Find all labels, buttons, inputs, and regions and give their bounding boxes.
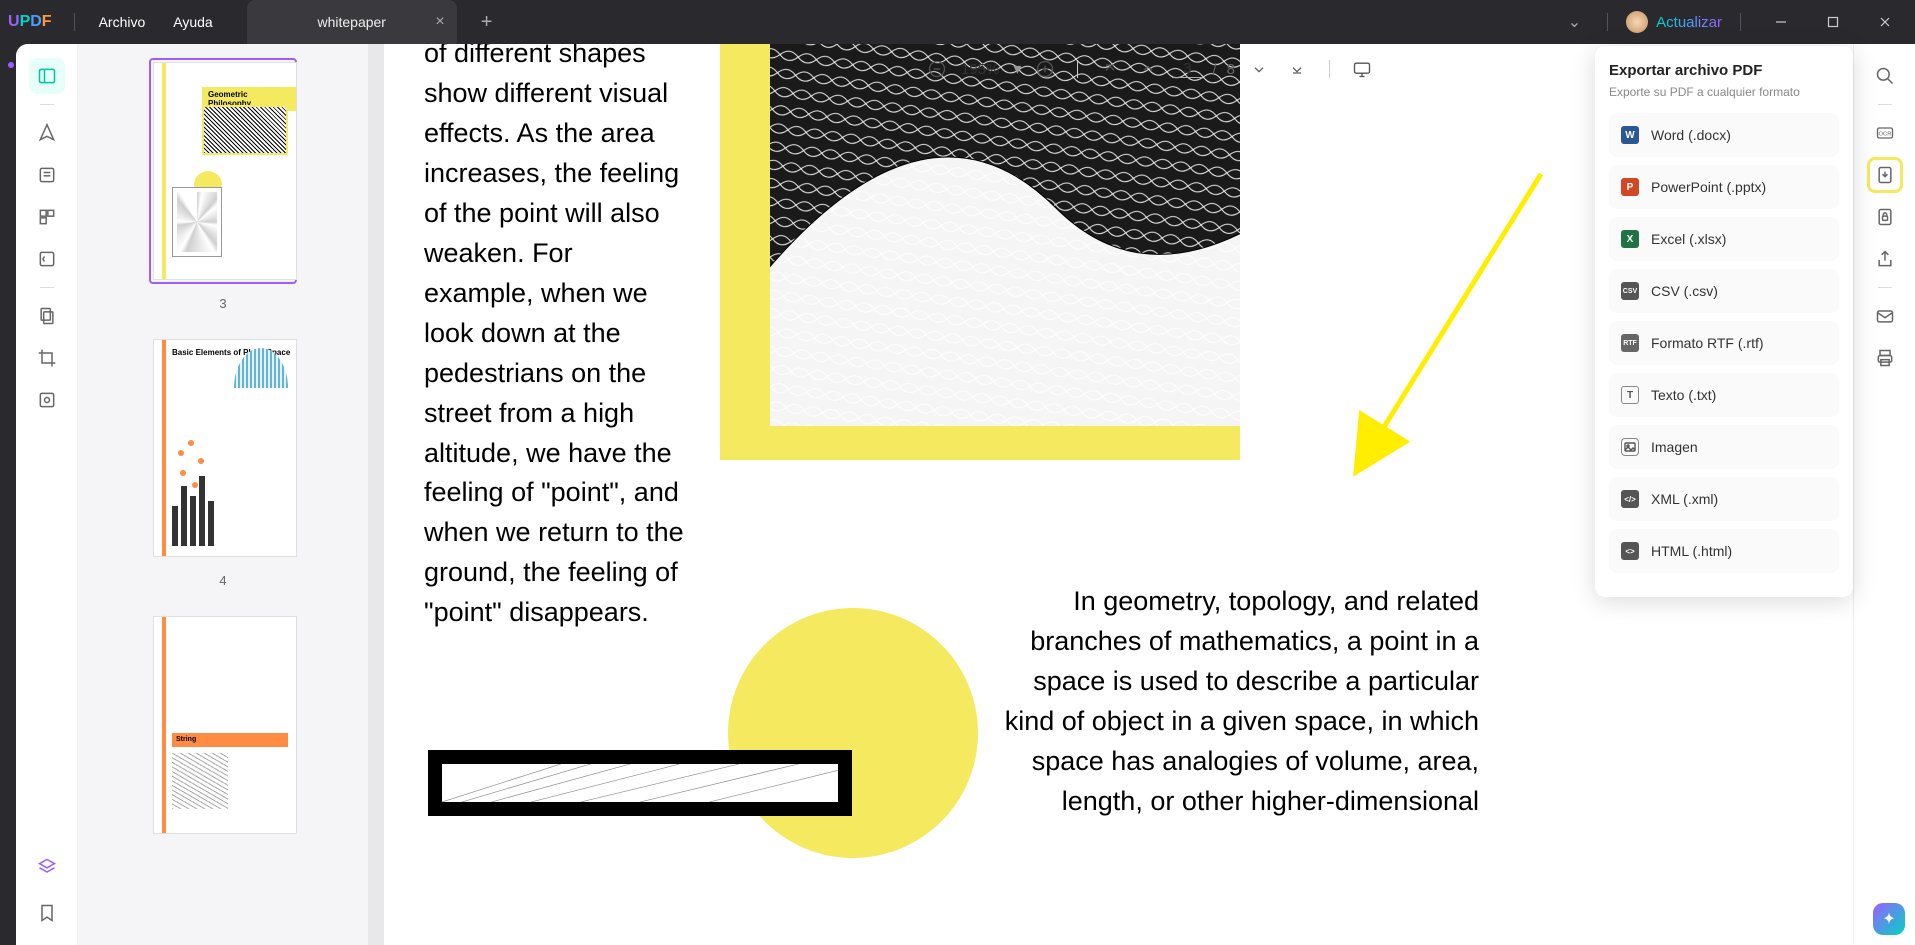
pages-tool[interactable] [29, 298, 65, 334]
right-toolbar: OCR [1853, 44, 1915, 945]
export-label: Texto (.txt) [1651, 387, 1716, 403]
ai-assistant-icon[interactable]: ✦ [1873, 903, 1905, 935]
crop-tool[interactable] [29, 340, 65, 376]
export-excel[interactable]: XExcel (.xlsx) [1609, 217, 1839, 261]
zoom-out-button[interactable] [923, 55, 951, 83]
layers-icon[interactable] [29, 849, 65, 885]
separator [1329, 60, 1330, 78]
document-tab[interactable]: whitepaper × [247, 0, 457, 44]
prev-page-button[interactable] [1134, 55, 1162, 83]
left-toolbar [16, 44, 78, 945]
thumbnail-label: 4 [219, 573, 226, 588]
divider [1607, 13, 1608, 31]
export-title: Exportar archivo PDF [1609, 62, 1839, 79]
close-tab-icon[interactable]: × [435, 13, 444, 31]
main-container: Geometric Philosophy 3 Basic Elements of… [16, 44, 1915, 945]
export-label: Excel (.xlsx) [1651, 231, 1726, 247]
export-label: Word (.docx) [1651, 127, 1731, 143]
app-logo: UPDF [8, 13, 52, 31]
first-page-button[interactable] [1096, 55, 1124, 83]
export-panel: Exportar archivo PDF Exporte su PDF a cu… [1595, 46, 1853, 597]
zoom-level: 195% [961, 61, 999, 78]
separator [1878, 104, 1892, 105]
close-button[interactable] [1863, 7, 1907, 37]
avatar[interactable] [1626, 11, 1648, 33]
separator [1077, 60, 1078, 78]
page-circle [728, 608, 978, 858]
export-csv[interactable]: CSVCSV (.csv) [1609, 269, 1839, 313]
export-label: PowerPoint (.pptx) [1651, 179, 1766, 195]
zoom-dropdown[interactable]: ▾ [1013, 59, 1021, 79]
export-xml[interactable]: </>XML (.xml) [1609, 477, 1839, 521]
annotate-tool[interactable] [29, 115, 65, 151]
page-total: 8 [1227, 61, 1235, 78]
chevron-down-icon[interactable]: ⌄ [1560, 12, 1589, 32]
zoom-in-button[interactable] [1031, 55, 1059, 83]
bookmark-icon[interactable] [29, 895, 65, 931]
page-image [770, 44, 1240, 426]
thumb-band: String [172, 733, 288, 747]
separator [1878, 287, 1892, 288]
organize-tool[interactable] [29, 199, 65, 235]
page-text: of different shapes show different visua… [424, 44, 684, 633]
separator [40, 104, 54, 105]
ocr-icon[interactable]: OCR [1867, 115, 1903, 151]
page-image-2 [428, 750, 852, 816]
page-text: In geometry, topology, and related branc… [1004, 582, 1479, 822]
page-input[interactable] [1172, 60, 1202, 78]
form-tool[interactable] [29, 241, 65, 277]
share-icon[interactable] [1867, 241, 1903, 277]
upgrade-button[interactable]: Actualizar [1656, 14, 1722, 31]
export-image[interactable]: Imagen [1609, 425, 1839, 469]
export-word[interactable]: WWord (.docx) [1609, 113, 1839, 157]
tab-title: whitepaper [317, 14, 386, 30]
divider [74, 13, 75, 31]
page-separator: / [1212, 61, 1216, 78]
thumbnail-panel: Geometric Philosophy 3 Basic Elements of… [78, 44, 368, 945]
search-icon[interactable] [1867, 58, 1903, 94]
maximize-button[interactable] [1811, 7, 1855, 37]
menu-file[interactable]: Archivo [85, 14, 160, 30]
export-icon[interactable] [1867, 157, 1903, 193]
separator [40, 287, 54, 288]
export-powerpoint[interactable]: PPowerPoint (.pptx) [1609, 165, 1839, 209]
thumbnail-4[interactable]: Basic Elements of Plane Space [149, 335, 297, 561]
thumbnail-label: 3 [219, 296, 226, 311]
new-tab-button[interactable]: + [481, 11, 493, 34]
thumbnail-5[interactable]: String [149, 612, 297, 838]
print-icon[interactable] [1867, 340, 1903, 376]
redact-tool[interactable] [29, 382, 65, 418]
titlebar: UPDF Archivo Ayuda whitepaper × + ⌄ Actu… [0, 0, 1915, 44]
export-subtitle: Exporte su PDF a cualquier formato [1609, 85, 1839, 99]
export-html[interactable]: <>HTML (.html) [1609, 529, 1839, 573]
minimize-button[interactable] [1759, 7, 1803, 37]
export-label: CSV (.csv) [1651, 283, 1718, 299]
export-label: Formato RTF (.rtf) [1651, 335, 1764, 351]
menu-help[interactable]: Ayuda [159, 14, 226, 30]
last-page-button[interactable] [1283, 55, 1311, 83]
next-page-button[interactable] [1245, 55, 1273, 83]
thumbnail-3[interactable]: Geometric Philosophy [149, 58, 297, 284]
presentation-button[interactable] [1348, 55, 1376, 83]
svg-text:OCR: OCR [1878, 132, 1891, 138]
protect-icon[interactable] [1867, 199, 1903, 235]
mail-icon[interactable] [1867, 298, 1903, 334]
export-rtf[interactable]: RTFFormato RTF (.rtf) [1609, 321, 1839, 365]
active-tab-indicator [8, 62, 14, 68]
divider [1740, 13, 1741, 31]
export-label: Imagen [1651, 439, 1698, 455]
export-label: HTML (.html) [1651, 543, 1732, 559]
page-image-frame [720, 44, 1240, 460]
export-text[interactable]: TTexto (.txt) [1609, 373, 1839, 417]
reader-tool[interactable] [29, 58, 65, 94]
edit-tool[interactable] [29, 157, 65, 193]
export-label: XML (.xml) [1651, 491, 1718, 507]
